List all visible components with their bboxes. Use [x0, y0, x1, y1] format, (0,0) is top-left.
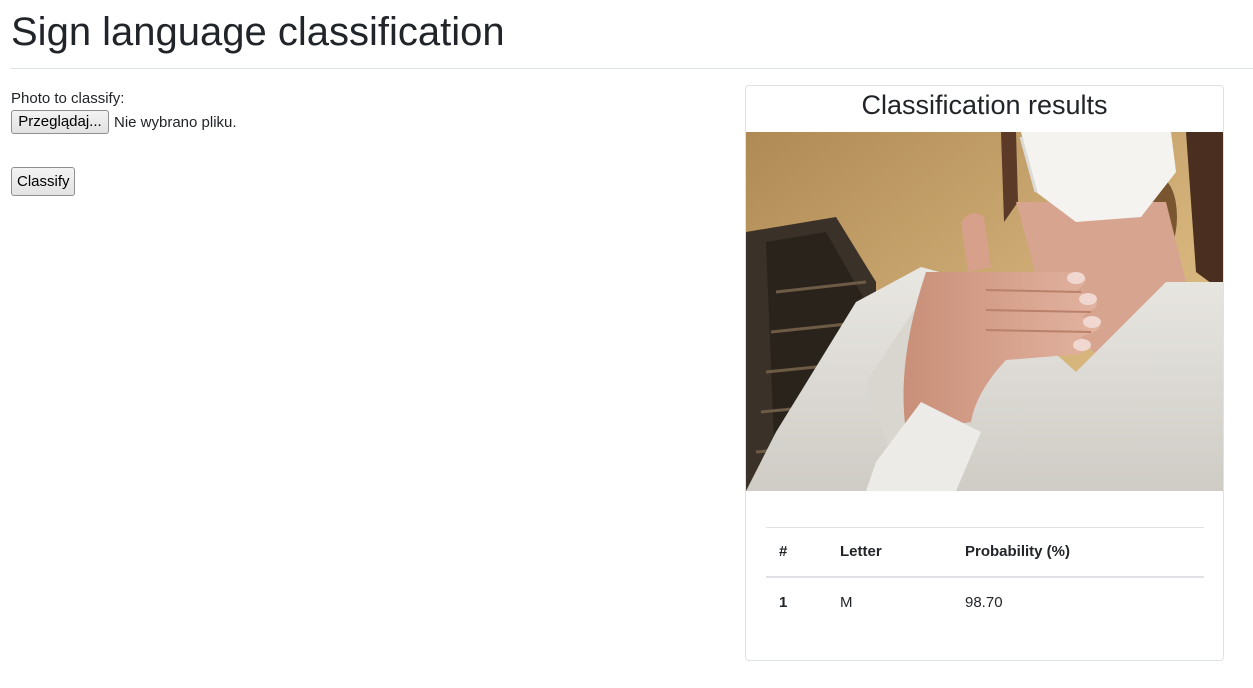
cell-rank: 1 — [779, 593, 788, 611]
table-header-row: # Letter Probability (%) — [766, 527, 1204, 578]
hand-sign-photo-illustration — [746, 132, 1223, 491]
result-photo — [746, 132, 1223, 491]
classification-form: Photo to classify: Przeglądaj... Nie wyb… — [11, 89, 237, 134]
results-title: Classification results — [861, 90, 1108, 120]
title-divider — [10, 68, 1253, 69]
file-input[interactable]: Przeglądaj... Nie wybrano pliku. — [11, 110, 237, 134]
photo-label: Photo to classify: — [11, 90, 125, 107]
classify-button[interactable]: Classify — [11, 167, 75, 196]
results-card: Classification results # Letter Probabil… — [745, 85, 1224, 661]
header-probability: Probability (%) — [952, 527, 1204, 578]
file-status: Nie wybrano pliku. — [114, 113, 237, 131]
page-title: Sign language classification — [11, 10, 505, 54]
results-table: # Letter Probability (%) 1 M 98.70 — [766, 527, 1204, 627]
table-row: 1 M 98.70 — [766, 577, 1204, 627]
header-letter: Letter — [827, 527, 952, 578]
header-rank: # — [766, 527, 827, 578]
cell-probability: 98.70 — [965, 593, 1003, 611]
cell-letter: M — [840, 593, 853, 611]
browse-button[interactable]: Przeglądaj... — [11, 110, 109, 134]
